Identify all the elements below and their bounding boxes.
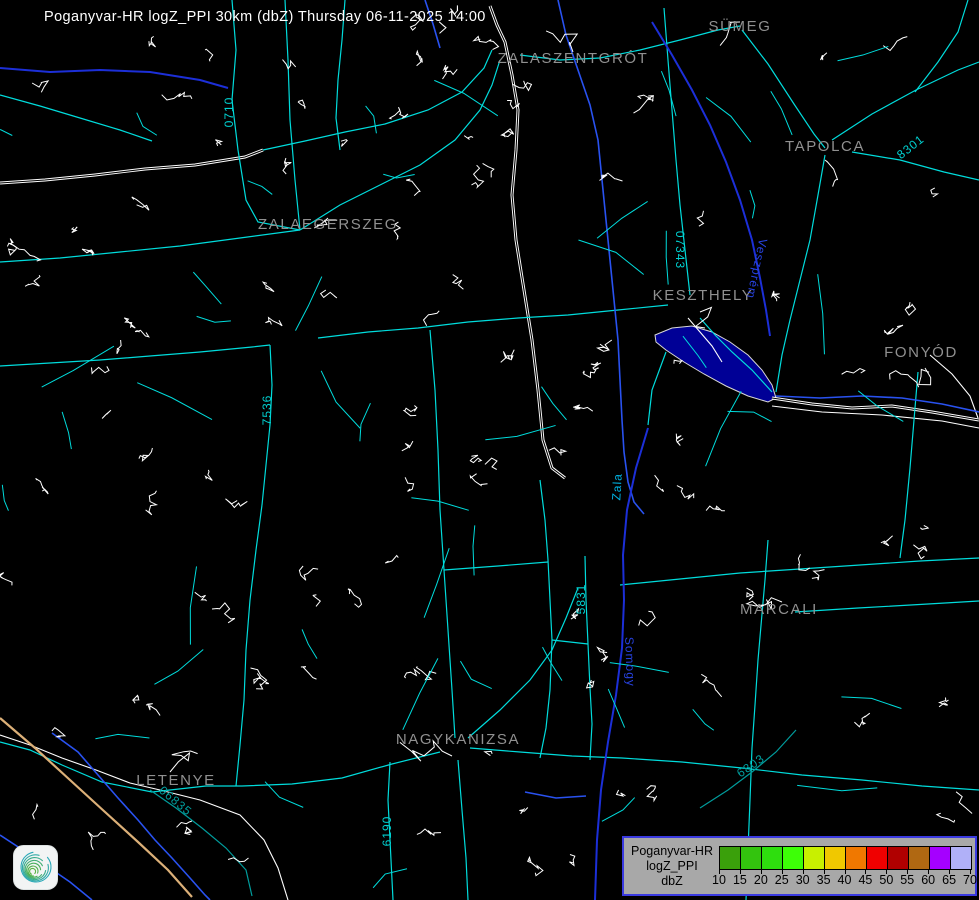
met-spiral-logo-icon [13,845,58,890]
map-title: Poganyvar-HR logZ_PPI 30km (dbZ) Thursda… [44,9,486,25]
legend-text-block: Poganyvar-HR logZ_PPI dbZ [624,844,720,889]
city-label-fonyod: FONYÓD [884,344,958,361]
river-label-zala: Zala [609,473,624,501]
legend-color-cell [867,847,888,869]
legend-color-cell [741,847,762,869]
legend-color-cell [804,847,825,869]
legend-tick-label: 45 [858,873,872,887]
radar-screen: SÜMEG ZALASZENTGRÓT TAPOLCA ZALAEGERSZEG… [0,0,979,900]
city-label-keszthely: KESZTHELY [653,287,754,304]
legend-unit-label: dbZ [624,874,720,889]
legend-tick-label: 20 [754,873,768,887]
city-label-zalaegerszeg: ZALAEGERSZEG [258,216,398,233]
legend-color-cell [930,847,951,869]
legend-tick-label: 50 [879,873,893,887]
legend-color-cell [720,847,741,869]
city-label-zalaszentgrot: ZALASZENTGRÓT [498,50,649,67]
legend-tick-label: 60 [921,873,935,887]
legend-tick-label: 70 [963,873,977,887]
radar-map-canvas: SÜMEG ZALASZENTGRÓT TAPOLCA ZALAEGERSZEG… [0,0,979,900]
road-label-6190: 6190 [380,816,394,847]
legend-panel: Poganyvar-HR logZ_PPI dbZ 10 15 20 25 30 35 40… [622,836,977,896]
city-label-marcali: MARCALI [740,601,818,618]
road-label-5831: 5831 [574,584,588,615]
county-label-somogy: Somogy [622,637,638,687]
legend-tick-label: 55 [900,873,914,887]
legend-colorbar [719,846,972,870]
legend-color-cell [783,847,804,869]
legend-tick-label: 65 [942,873,956,887]
legend-tick-label: 15 [733,873,747,887]
city-label-sumeg: SÜMEG [708,17,771,35]
city-label-letenye: LETENYE [136,772,216,789]
city-label-tapolca: TAPOLCA [785,138,865,155]
legend-ticks: 10152025303540455055606570 [719,870,972,892]
road-label-07343: 07343 [673,231,687,269]
legend-product-label: logZ_PPI [624,859,720,874]
legend-color-cell [888,847,909,869]
legend-color-cell [909,847,930,869]
city-label-nagykanizsa: NAGYKANIZSA [396,731,520,748]
legend-color-cell [825,847,846,869]
legend-tick-label: 10 [712,873,726,887]
legend-color-cell [762,847,783,869]
road-label-7536: 7536 [260,395,274,426]
legend-tick-label: 35 [817,873,831,887]
road-label-0710: 0710 [222,97,236,128]
legend-color-cell [951,847,971,869]
legend-color-cell [846,847,867,869]
map-background [0,0,979,900]
legend-station-label: Poganyvar-HR [624,844,720,859]
legend-tick-label: 30 [796,873,810,887]
legend-tick-label: 40 [838,873,852,887]
legend-tick-label: 25 [775,873,789,887]
